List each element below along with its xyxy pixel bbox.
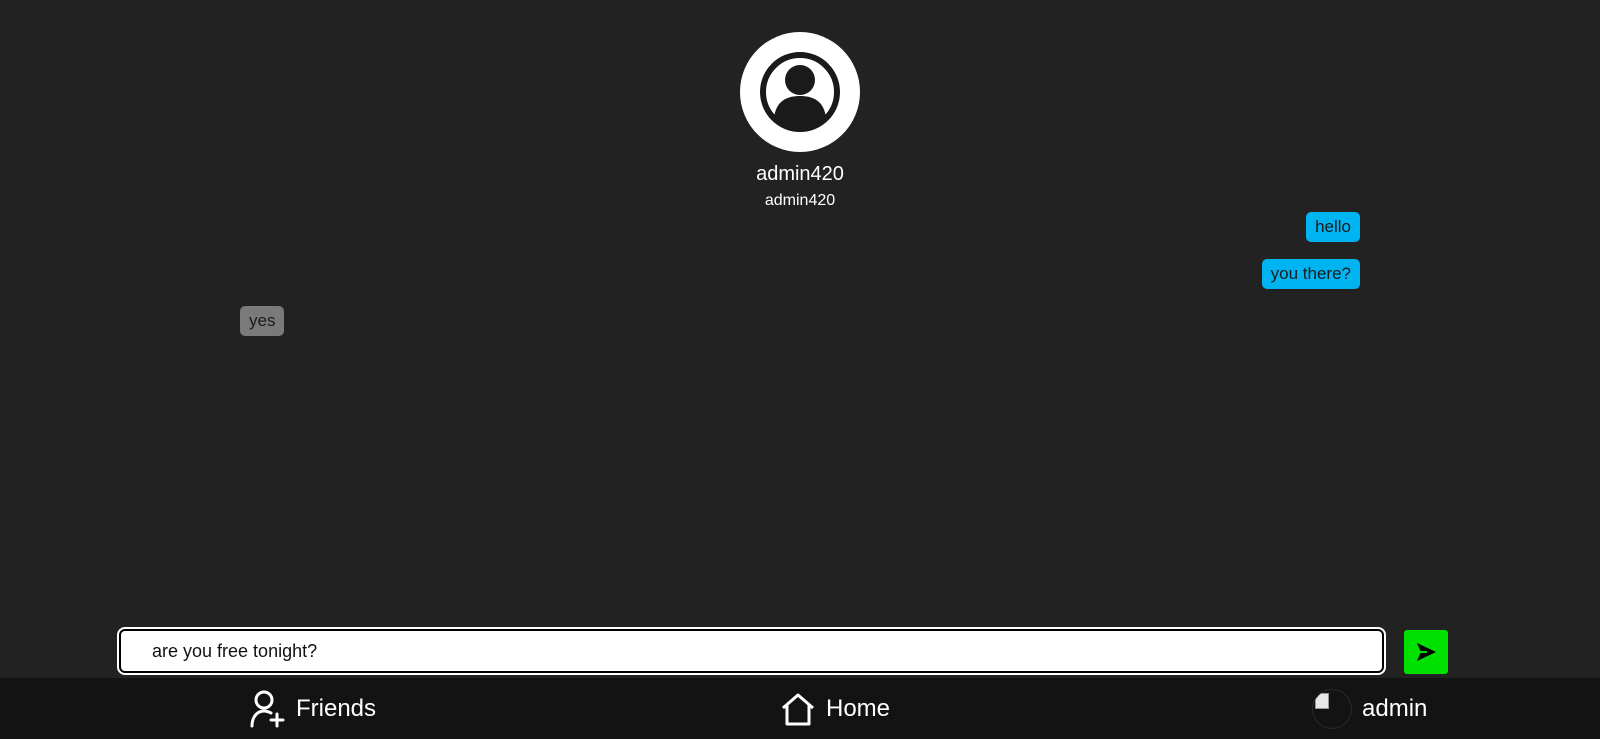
user-circle-icon xyxy=(760,52,840,132)
nav-home[interactable]: Home xyxy=(780,678,890,739)
nav-friends[interactable]: Friends xyxy=(250,678,376,739)
chat-header: admin420 admin420 xyxy=(0,32,1600,210)
contact-username: admin420 xyxy=(764,192,836,209)
send-arrow-icon xyxy=(1416,643,1436,661)
message-received: yes xyxy=(240,306,285,336)
nav-profile-label: admin xyxy=(1362,694,1428,722)
bottom-nav: Friends Home admin xyxy=(0,678,1600,739)
add-friend-icon xyxy=(250,690,286,728)
home-icon xyxy=(780,692,816,726)
message-sent: you there? xyxy=(1261,259,1360,289)
user-avatar xyxy=(1312,688,1352,729)
contact-avatar xyxy=(740,32,860,152)
nav-friends-label: Friends xyxy=(296,694,377,722)
send-button[interactable] xyxy=(1404,630,1448,674)
nav-home-label: Home xyxy=(826,694,891,722)
contact-display-name: admin420 xyxy=(756,163,844,185)
message-input[interactable] xyxy=(117,627,1386,675)
broken-image-icon xyxy=(1315,692,1329,709)
message-sent: hello xyxy=(1306,212,1360,242)
nav-profile[interactable]: admin xyxy=(1312,678,1427,739)
